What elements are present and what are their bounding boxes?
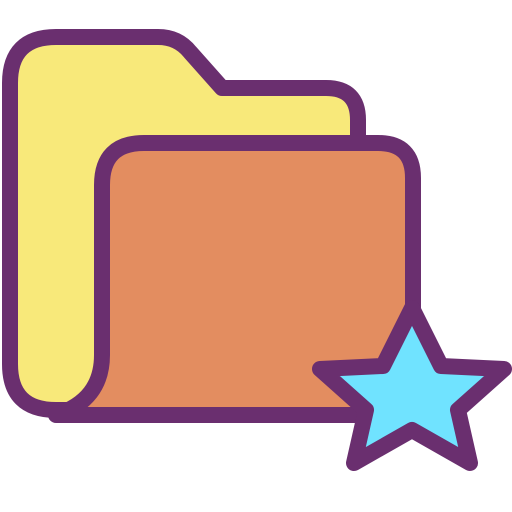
icon-canvas <box>0 0 512 512</box>
favorite-folder-icon <box>2 29 512 471</box>
